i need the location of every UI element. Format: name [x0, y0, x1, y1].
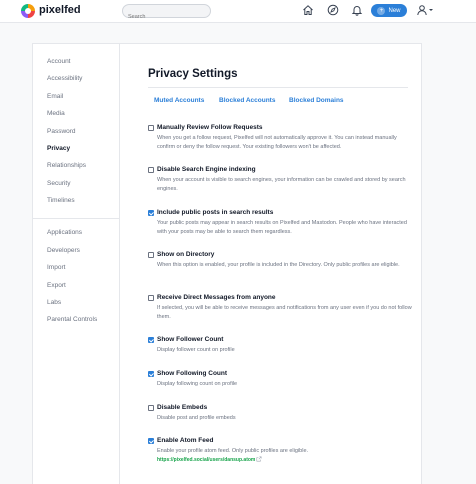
option-label[interactable]: Receive Direct Messages from anyone — [157, 294, 276, 301]
option-help: If selected, you will be able to receive… — [157, 305, 412, 320]
option-label[interactable]: Show on Directory — [157, 251, 214, 258]
search-input[interactable] — [123, 11, 210, 23]
bell-icon[interactable] — [351, 4, 363, 16]
option-label[interactable]: Disable Embeds — [157, 404, 207, 411]
new-post-button[interactable]: + New — [371, 4, 407, 17]
new-button-label: New — [388, 7, 401, 14]
sidebar-item-media[interactable]: Media — [47, 110, 65, 117]
checkbox[interactable] — [148, 405, 154, 411]
sidebar-item-accessibility[interactable]: Accessibility — [47, 75, 82, 82]
settings-main: Privacy Settings Muted Accounts Blocked … — [121, 44, 422, 484]
title-divider — [148, 87, 408, 88]
sidebar-item-developers[interactable]: Developers — [47, 247, 80, 254]
tab-blocked-accounts[interactable]: Blocked Accounts — [219, 97, 275, 104]
tab-muted-accounts[interactable]: Muted Accounts — [154, 97, 204, 104]
option-help: Enable your profile atom feed. Only publ… — [157, 448, 309, 454]
checkbox[interactable] — [148, 337, 154, 343]
settings-sidebar: Account Accessibility Email Media Passwo… — [33, 44, 120, 484]
option-label[interactable]: Enable Atom Feed — [157, 437, 213, 444]
option-label[interactable]: Disable Search Engine indexing — [157, 166, 256, 173]
compass-icon[interactable] — [327, 4, 339, 16]
sidebar-item-account[interactable]: Account — [47, 58, 71, 65]
page-title: Privacy Settings — [148, 68, 238, 80]
option-help: Display follower count on profile — [157, 347, 235, 353]
sidebar-item-email[interactable]: Email — [47, 93, 63, 100]
option-label[interactable]: Show Follower Count — [157, 336, 223, 343]
option-label[interactable]: Manually Review Follow Requests — [157, 124, 262, 131]
checkbox[interactable] — [148, 125, 154, 131]
option-help: When your account is visible to search e… — [157, 177, 406, 192]
checkbox[interactable] — [148, 167, 154, 173]
user-avatar-icon[interactable] — [416, 4, 428, 16]
sidebar-item-export[interactable]: Export — [47, 282, 66, 289]
sidebar-item-security[interactable]: Security — [47, 180, 70, 187]
tab-blocked-domains[interactable]: Blocked Domains — [289, 97, 344, 104]
checkbox[interactable] — [148, 371, 154, 377]
option-label[interactable]: Show Following Count — [157, 370, 227, 377]
option-help: When you get a follow request, Pixelfed … — [157, 135, 397, 150]
checkbox[interactable] — [148, 210, 154, 216]
home-icon[interactable] — [302, 4, 314, 16]
checkbox[interactable] — [148, 252, 154, 258]
option-help: When this option is enabled, your profil… — [157, 262, 400, 268]
sidebar-item-labs[interactable]: Labs — [47, 299, 61, 306]
search-box[interactable] — [122, 4, 211, 23]
option-label[interactable]: Include public posts in search results — [157, 209, 273, 216]
checkbox[interactable] — [148, 295, 154, 301]
chevron-down-icon[interactable] — [429, 9, 433, 11]
checkbox[interactable] — [148, 438, 154, 444]
option-help: Your public posts may appear in search r… — [157, 220, 407, 235]
plus-icon: + — [377, 6, 386, 15]
brand-name[interactable]: pixelfed — [39, 4, 81, 16]
sidebar-item-privacy[interactable]: Privacy — [47, 145, 70, 152]
sidebar-item-applications[interactable]: Applications — [47, 229, 82, 236]
pixelfed-logo-icon[interactable] — [21, 4, 35, 18]
external-link-icon[interactable] — [256, 456, 262, 462]
settings-card: Account Accessibility Email Media Passwo… — [32, 43, 422, 484]
top-navbar: pixelfed + New — [0, 0, 476, 23]
sidebar-item-password[interactable]: Password — [47, 128, 76, 135]
sidebar-divider — [33, 218, 120, 219]
atom-feed-link[interactable]: https://pixelfed.social/users/dansup.ato… — [157, 457, 255, 463]
sidebar-item-parental-controls[interactable]: Parental Controls — [47, 316, 97, 323]
sidebar-item-timelines[interactable]: Timelines — [47, 197, 75, 204]
sidebar-item-import[interactable]: Import — [47, 264, 65, 271]
option-help: Display following count on profile — [157, 381, 238, 387]
option-help: Disable post and profile embeds — [157, 415, 236, 421]
sidebar-item-relationships[interactable]: Relationships — [47, 162, 86, 169]
